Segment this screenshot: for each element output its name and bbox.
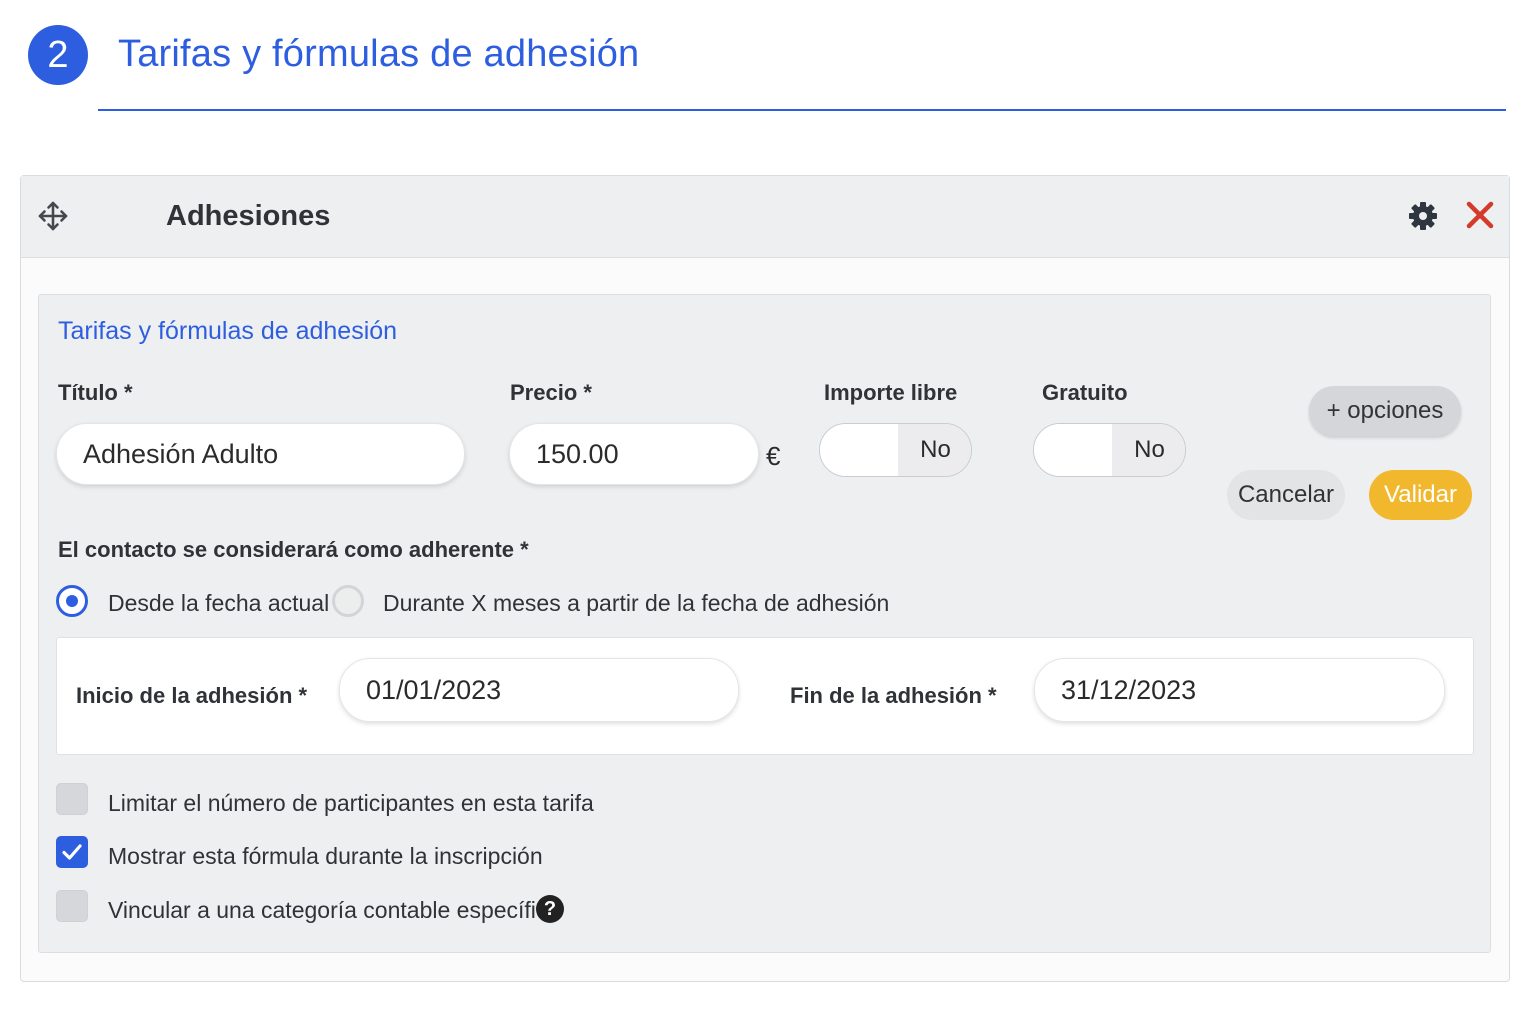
radio-x-months[interactable] [332, 585, 364, 617]
toggle-knob [820, 424, 898, 476]
limit-participants-checkbox[interactable] [56, 783, 88, 815]
title-label: Título * [58, 380, 133, 405]
accounting-category-checkbox[interactable] [56, 890, 88, 922]
price-input[interactable]: 150.00 [509, 423, 759, 485]
free-toggle[interactable]: No [1033, 423, 1186, 477]
end-date-input[interactable]: 31/12/2023 [1034, 658, 1445, 722]
validate-button[interactable]: Validar [1369, 470, 1472, 520]
close-icon[interactable] [1463, 198, 1497, 232]
membership-dates-box: Inicio de la adhesión * 01/01/2023 Fin d… [56, 637, 1474, 755]
step-number-badge: 2 [28, 25, 88, 85]
radio-label-x-months: Durante X meses a partir de la fecha de … [383, 590, 890, 616]
accounting-category-label: Vincular a una categoría contable especí… [108, 897, 561, 923]
checkmark-icon [62, 844, 82, 860]
free-amount-toggle[interactable]: No [819, 423, 972, 477]
more-options-button[interactable]: + opciones [1309, 386, 1461, 436]
panel-header: Adhesiones [21, 176, 1509, 258]
membership-question: El contacto se considerará como adherent… [58, 537, 529, 562]
start-date-label: Inicio de la adhesión * [76, 683, 308, 708]
move-arrows-icon[interactable] [37, 200, 69, 232]
free-label: Gratuito [1042, 380, 1128, 405]
start-date-input[interactable]: 01/01/2023 [339, 658, 739, 722]
step-divider [98, 109, 1506, 111]
free-amount-label: Importe libre [824, 380, 958, 405]
step-header: 2 Tarifas y fórmulas de adhesión [28, 25, 1508, 115]
price-label: Precio * [510, 380, 592, 405]
currency-symbol: € [766, 441, 781, 471]
end-date-label: Fin de la adhesión * [790, 683, 997, 708]
toggle-state: No [1112, 424, 1185, 476]
toggle-knob [1034, 424, 1112, 476]
title-input[interactable]: Adhesión Adulto [56, 423, 465, 485]
panel-title: Adhesiones [166, 200, 331, 232]
step-title: Tarifas y fórmulas de adhesión [118, 33, 640, 75]
show-formula-checkbox[interactable] [56, 836, 88, 868]
question-circle-icon[interactable]: ? [536, 895, 564, 923]
card-title: Tarifas y fórmulas de adhesión [58, 317, 398, 345]
tariff-form-card: Tarifas y fórmulas de adhesión Título * … [38, 294, 1491, 953]
cancel-button[interactable]: Cancelar [1227, 470, 1345, 520]
show-formula-label: Mostrar esta fórmula durante la inscripc… [108, 843, 543, 869]
radio-from-current-date[interactable] [56, 585, 88, 617]
gear-icon[interactable] [1407, 200, 1439, 232]
toggle-state: No [898, 424, 971, 476]
radio-label-current-date: Desde la fecha actual [108, 590, 330, 616]
limit-participants-label: Limitar el número de participantes en es… [108, 790, 594, 816]
adhesiones-panel: Adhesiones Tarifas y fórmulas de adhesió… [20, 175, 1510, 982]
